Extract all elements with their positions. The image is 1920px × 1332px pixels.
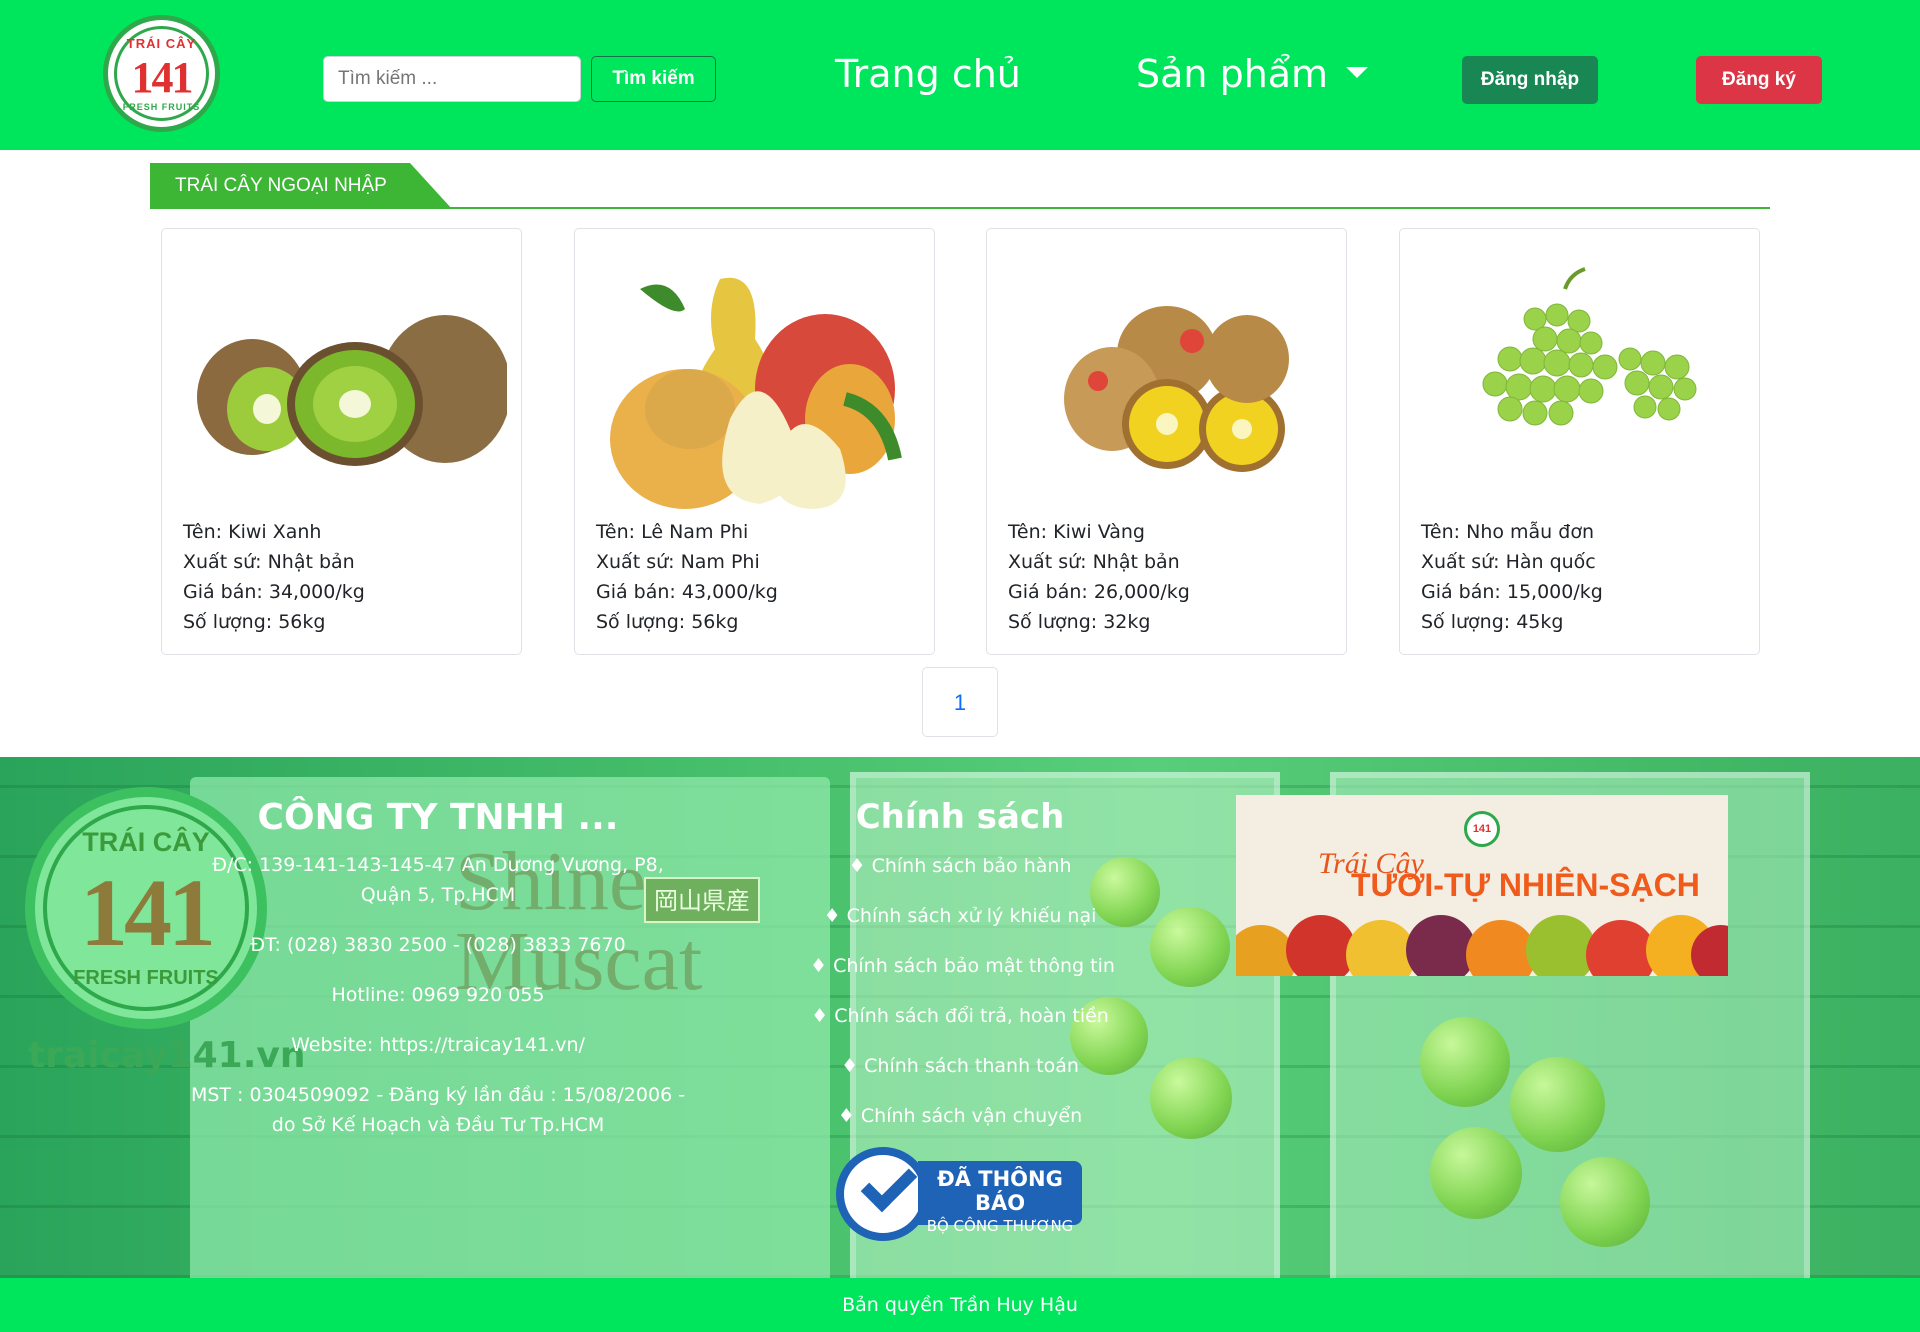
company-phone: ĐT: (028) 3830 2500 - (028) 3833 7670 [250,934,626,956]
footer: Shine Muscat 岡山県産 TRÁI CÂY 141 FRESH FRU… [0,757,1920,1278]
company-website[interactable]: Website: https://traicay141.vn/ [188,1030,688,1060]
company-tax-info: MST : 0304509092 - Đăng ký lần đầu : 15/… [190,1084,686,1136]
brand-logo[interactable]: TRÁI CÂY 141 FRESH FRUITS [103,15,220,132]
logo-top-text: TRÁI CÂY [126,36,197,51]
nav-products-label: Sản phẩm [1136,52,1329,96]
company-address: Đ/C: 139-141-143-145-47 An Dương Vương, … [212,854,664,906]
product-card[interactable]: Tên: Kiwi Xanh Xuất sứ: Nhật bản Giá bán… [161,228,522,655]
product-quantity: Số lượng: 56kg [596,611,739,633]
register-button[interactable]: Đăng ký [1696,56,1822,104]
grape-decoration [1150,1057,1232,1139]
product-price: Giá bán: 26,000/kg [1008,581,1190,603]
product-card[interactable]: Tên: Nho mẫu đơn Xuất sứ: Hàn quốc Giá b… [1399,228,1760,655]
badge-label-box: ĐÃ THÔNG BÁO BỘ CÔNG THƯƠNG [918,1161,1082,1235]
grape-decoration [1510,1057,1605,1152]
search-button[interactable]: Tìm kiếm [591,56,716,102]
pagination-page-1[interactable]: 1 [922,667,998,737]
product-quantity: Số lượng: 56kg [183,611,326,633]
company-hotline: Hotline: 0969 920 055 [331,984,545,1006]
product-price: Giá bán: 15,000/kg [1421,581,1603,603]
product-info: Tên: Kiwi Xanh Xuất sứ: Nhật bản Giá bán… [183,517,365,637]
product-card[interactable]: Tên: Lê Nam Phi Xuất sứ: Nam Phi Giá bán… [574,228,935,655]
product-origin: Xuất sứ: Nhật bản [183,551,355,573]
search-input[interactable] [323,56,581,102]
policy-list: Chính sách ♦ Chính sách bảo hành ♦ Chính… [810,797,1115,1151]
nav-products-dropdown[interactable]: Sản phẩm [1136,52,1369,96]
banner-line2: TƯƠI-TỰ NHIÊN-SẠCH [1351,867,1700,903]
policy-privacy-link[interactable]: ♦ Chính sách bảo mật thông tin [810,951,1115,981]
policy-complaint-link[interactable]: ♦ Chính sách xử lý khiếu nại [810,901,1110,931]
company-info: CÔNG TY TNHH ... Đ/C: 139-141-143-145-47… [188,797,688,1160]
product-info: Tên: Kiwi Vàng Xuất sứ: Nhật bản Giá bán… [1008,517,1190,637]
product-name: Tên: Lê Nam Phi [596,521,749,543]
badge-line1: ĐÃ THÔNG BÁO [937,1167,1063,1215]
grape-decoration [1150,907,1230,987]
product-card[interactable]: Tên: Kiwi Vàng Xuất sứ: Nhật bản Giá bán… [986,228,1347,655]
product-info: Tên: Lê Nam Phi Xuất sứ: Nam Phi Giá bán… [596,517,778,637]
policy-shipping-link[interactable]: ♦ Chính sách vận chuyển [810,1101,1110,1131]
product-origin: Xuất sứ: Hàn quốc [1421,551,1596,573]
section-title: TRÁI CÂY NGOẠI NHẬP [175,175,387,196]
checkmark-icon [860,1155,918,1213]
ministry-notice-badge[interactable]: ĐÃ THÔNG BÁO BỘ CÔNG THƯƠNG [836,1147,1084,1245]
navbar: TRÁI CÂY 141 FRESH FRUITS Tìm kiếm Trang… [0,0,1920,150]
fruit-decoration [1286,915,1356,976]
product-info: Tên: Nho mẫu đơn Xuất sứ: Hàn quốc Giá b… [1421,517,1603,637]
grape-decoration [1420,1017,1510,1107]
pear-image [610,277,902,509]
product-quantity: Số lượng: 45kg [1421,611,1564,633]
grape-decoration [1560,1157,1650,1247]
product-name: Tên: Kiwi Vàng [1008,521,1145,543]
policy-payment-link[interactable]: ♦ Chính sách thanh toán [810,1051,1110,1081]
banner-logo: 141 [1464,811,1500,847]
policy-title: Chính sách [855,797,1065,837]
grape-decoration [1430,1127,1522,1219]
check-badge-icon [836,1147,930,1241]
fruit-decoration [1406,915,1476,976]
product-origin: Xuất sứ: Nhật bản [1008,551,1180,573]
product-price: Giá bán: 43,000/kg [596,581,778,603]
caret-down-icon [1346,67,1369,78]
fruit-banner: 141 Trái Cây TƯƠI-TỰ NHIÊN-SẠCH [1236,795,1728,976]
company-title: CÔNG TY TNHH ... [257,797,619,838]
copyright-bar: Bản quyền Trần Huy Hậu [0,1278,1920,1332]
badge-line2: BỘ CÔNG THƯƠNG [926,1217,1074,1235]
logo-number: 141 [131,53,194,102]
product-origin: Xuất sứ: Nam Phi [596,551,760,573]
fruit-decoration [1526,915,1596,976]
product-quantity: Số lượng: 32kg [1008,611,1151,633]
product-name: Tên: Kiwi Xanh [183,521,322,543]
section-tab: TRÁI CÂY NGOẠI NHẬP [150,163,452,209]
product-price: Giá bán: 34,000/kg [183,581,365,603]
login-button[interactable]: Đăng nhập [1462,56,1598,104]
policy-warranty-link[interactable]: ♦ Chính sách bảo hành [810,851,1110,881]
section-divider [150,207,1770,209]
nav-home-link[interactable]: Trang chủ [835,52,1021,96]
kiwi-gold-image [1064,306,1289,472]
product-name: Tên: Nho mẫu đơn [1421,521,1594,543]
policy-refund-link[interactable]: ♦ Chính sách đổi trả, hoàn tiền [810,1001,1110,1031]
kiwi-green-image [197,315,507,466]
logo-bottom-text: FRESH FRUITS [122,102,201,112]
grapes-image [1482,267,1697,426]
